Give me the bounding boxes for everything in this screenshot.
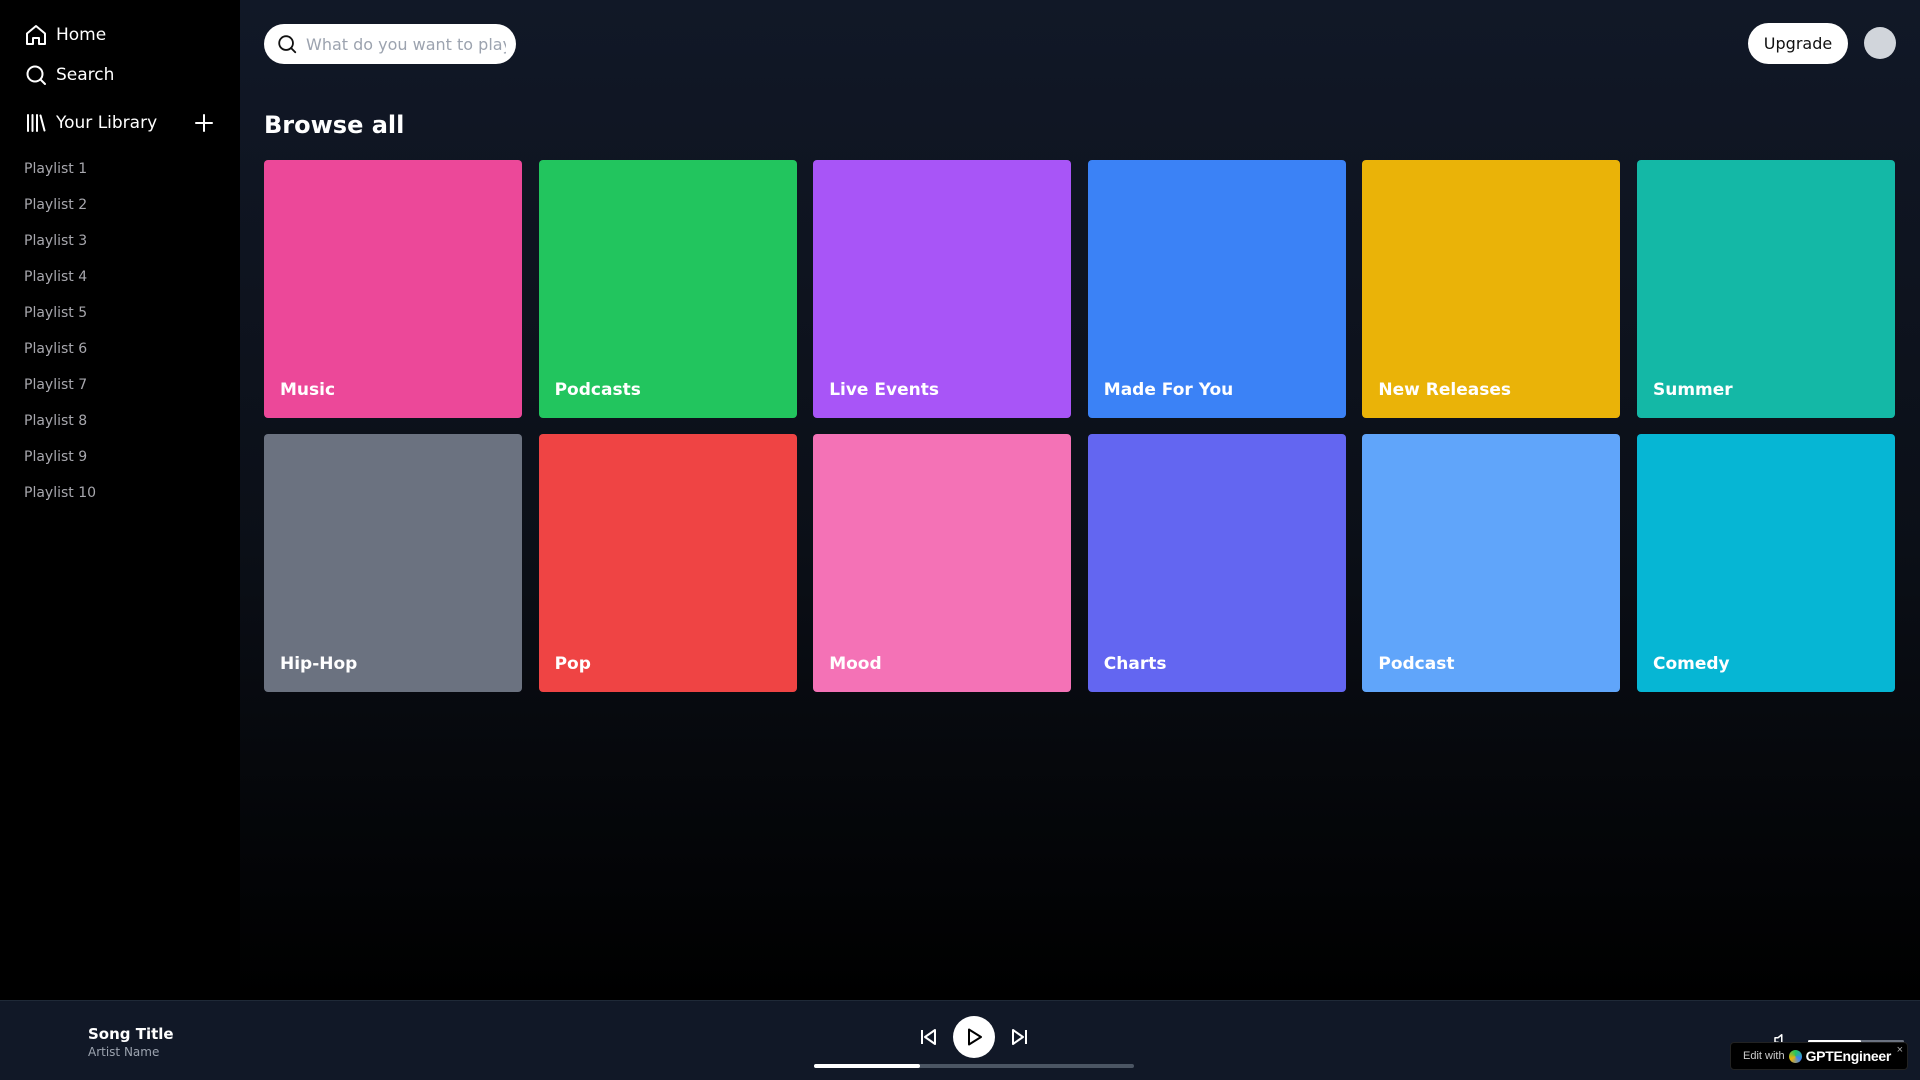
- category-tile-hip-hop[interactable]: Hip-Hop: [264, 434, 522, 692]
- category-tile-podcasts[interactable]: Podcasts: [538, 160, 797, 418]
- sidebar: Home Search Your Library Playlist 1 Play…: [0, 0, 240, 1000]
- playlist-item[interactable]: Playlist 9: [24, 445, 96, 481]
- upgrade-button[interactable]: Upgrade: [1748, 23, 1848, 64]
- category-tile-charts[interactable]: Charts: [1087, 434, 1346, 692]
- category-label: Charts: [1103, 654, 1167, 674]
- category-label: Made For You: [1103, 380, 1234, 400]
- search-icon: [26, 65, 46, 85]
- edit-with-badge[interactable]: Edit with GPTEngineer ×: [1730, 1042, 1908, 1070]
- category-label: Mood: [829, 654, 882, 674]
- progress-bar[interactable]: [814, 1064, 1134, 1068]
- play-icon: [968, 1028, 982, 1046]
- nav-home-label: Home: [56, 25, 107, 45]
- category-tile-mood[interactable]: Mood: [813, 434, 1072, 692]
- playlist-item[interactable]: Playlist 10: [24, 481, 96, 517]
- gptengineer-logo-icon: [1788, 1049, 1802, 1063]
- category-label: Podcasts: [554, 380, 641, 400]
- library-icon: [27, 114, 46, 132]
- nav-search[interactable]: Search: [24, 63, 114, 87]
- category-label: Music: [280, 380, 336, 400]
- search-icon: [278, 35, 297, 54]
- category-tile-summer[interactable]: Summer: [1636, 160, 1895, 418]
- category-tile-music[interactable]: Music: [264, 160, 522, 418]
- category-label: Comedy: [1652, 654, 1730, 674]
- playlist-item[interactable]: Playlist 8: [24, 409, 96, 445]
- category-label: Pop: [554, 654, 591, 674]
- playlist-item[interactable]: Playlist 7: [24, 373, 96, 409]
- category-tile-comedy[interactable]: Comedy: [1636, 434, 1895, 692]
- playlist-list: Playlist 1 Playlist 2 Playlist 3 Playlis…: [24, 157, 96, 517]
- plus-icon: [195, 114, 213, 132]
- badge-prefix: Edit with: [1743, 1050, 1785, 1062]
- track-title: Song Title: [88, 1025, 174, 1043]
- library-label: Your Library: [56, 113, 158, 133]
- search-box[interactable]: [264, 24, 516, 64]
- category-tile-live-events[interactable]: Live Events: [813, 160, 1072, 418]
- badge-brand: GPTEngineer: [1805, 1048, 1892, 1064]
- category-grid: Music Podcasts Live Events Made For You …: [264, 160, 1897, 692]
- category-label: Summer: [1652, 380, 1733, 400]
- add-playlist-button[interactable]: [192, 111, 216, 135]
- previous-button[interactable]: [916, 1025, 940, 1049]
- nav-search-label: Search: [56, 65, 115, 85]
- category-tile-new-releases[interactable]: New Releases: [1362, 160, 1621, 418]
- category-tile-made-for-you[interactable]: Made For You: [1087, 160, 1346, 418]
- skip-forward-icon: [1012, 1029, 1027, 1045]
- playlist-item[interactable]: Playlist 1: [24, 157, 96, 193]
- nav-home[interactable]: Home: [24, 23, 106, 47]
- search-input[interactable]: [306, 34, 506, 54]
- track-artist: Artist Name: [88, 1045, 160, 1059]
- player-bar: Song Title Artist Name: [0, 1000, 1920, 1080]
- category-label: Podcast: [1378, 654, 1455, 674]
- library-button[interactable]: Your Library: [24, 111, 157, 135]
- progress-fill: [814, 1064, 920, 1068]
- playlist-item[interactable]: Playlist 2: [24, 193, 96, 229]
- library-header: Your Library: [24, 111, 216, 135]
- page-title: Browse all: [264, 111, 405, 139]
- category-label: Hip-Hop: [280, 654, 358, 674]
- playlist-item[interactable]: Playlist 6: [24, 337, 96, 373]
- playlist-item[interactable]: Playlist 4: [24, 265, 96, 301]
- category-label: Live Events: [829, 380, 939, 400]
- next-button[interactable]: [1008, 1025, 1032, 1049]
- home-icon: [26, 25, 46, 45]
- category-tile-podcast[interactable]: Podcast: [1362, 434, 1621, 692]
- avatar[interactable]: [1864, 27, 1896, 59]
- playlist-item[interactable]: Playlist 5: [24, 301, 96, 337]
- close-icon[interactable]: ×: [1897, 1044, 1903, 1056]
- category-tile-pop[interactable]: Pop: [538, 434, 797, 692]
- playlist-item[interactable]: Playlist 3: [24, 229, 96, 265]
- skip-back-icon: [921, 1029, 936, 1045]
- main-content: Upgrade Browse all Music Podcasts Live E…: [240, 0, 1920, 1000]
- play-button[interactable]: [953, 1016, 995, 1058]
- category-label: New Releases: [1378, 380, 1511, 400]
